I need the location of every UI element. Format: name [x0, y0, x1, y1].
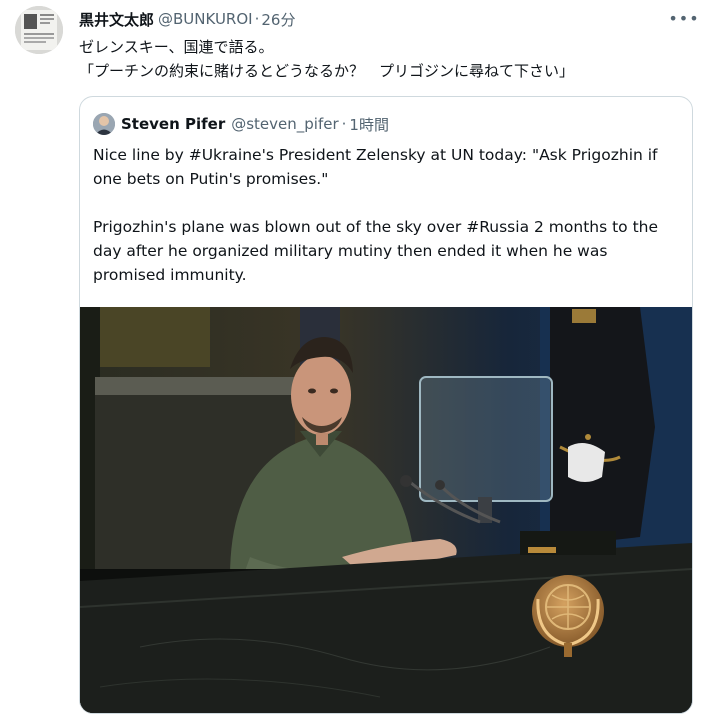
tweet-text-line: 「プーチンの約束に賭けるとどうなるか？ プリゴジンに尋ねて下さい」	[79, 62, 575, 80]
more-options-button[interactable]: •••	[668, 8, 698, 28]
newspaper-avatar-image	[15, 6, 63, 54]
author-handle[interactable]: @BUNKUROI	[158, 10, 253, 28]
tweet-header: 黒井文太郎 @BUNKUROI · 26分	[79, 8, 295, 30]
photo-zelensky-at-un-podium	[80, 307, 692, 713]
quoted-author-avatar	[93, 113, 115, 135]
quoted-tweet-card[interactable]: Steven Pifer @steven_pifer · 1時間 Nice li…	[79, 96, 693, 714]
quoted-tweet-header: Steven Pifer @steven_pifer · 1時間	[93, 113, 389, 135]
quoted-tweet-paragraph: Prigozhin's plane was blown out of the s…	[93, 218, 659, 284]
separator-dot: ·	[341, 115, 347, 133]
more-horizontal-icon: •••	[668, 8, 700, 28]
tweet-text-line: ゼレンスキー、国連で語る。	[79, 38, 274, 56]
portrait-avatar-image	[93, 113, 115, 135]
quoted-author-handle: @steven_pifer	[231, 115, 339, 133]
tweet-timestamp[interactable]: 26分	[261, 9, 295, 30]
author-display-name[interactable]: 黒井文太郎	[79, 9, 154, 30]
author-avatar[interactable]	[15, 6, 63, 54]
quoted-tweet-photo[interactable]	[80, 307, 692, 713]
tweet-text: ゼレンスキー、国連で語る。 「プーチンの約束に賭けるとどうなるか？ プリゴジンに…	[79, 35, 574, 83]
quoted-tweet-paragraph: Nice line by #Ukraine's President Zelens…	[93, 146, 658, 188]
quoted-tweet-timestamp: 1時間	[349, 115, 389, 134]
quoted-tweet-text: Nice line by #Ukraine's President Zelens…	[93, 143, 683, 287]
tweet[interactable]: 黒井文太郎 @BUNKUROI · 26分 ••• ゼレンスキー、国連で語る。 …	[0, 0, 713, 720]
separator-dot: ·	[254, 10, 260, 28]
quoted-author-display-name: Steven Pifer	[121, 115, 226, 133]
